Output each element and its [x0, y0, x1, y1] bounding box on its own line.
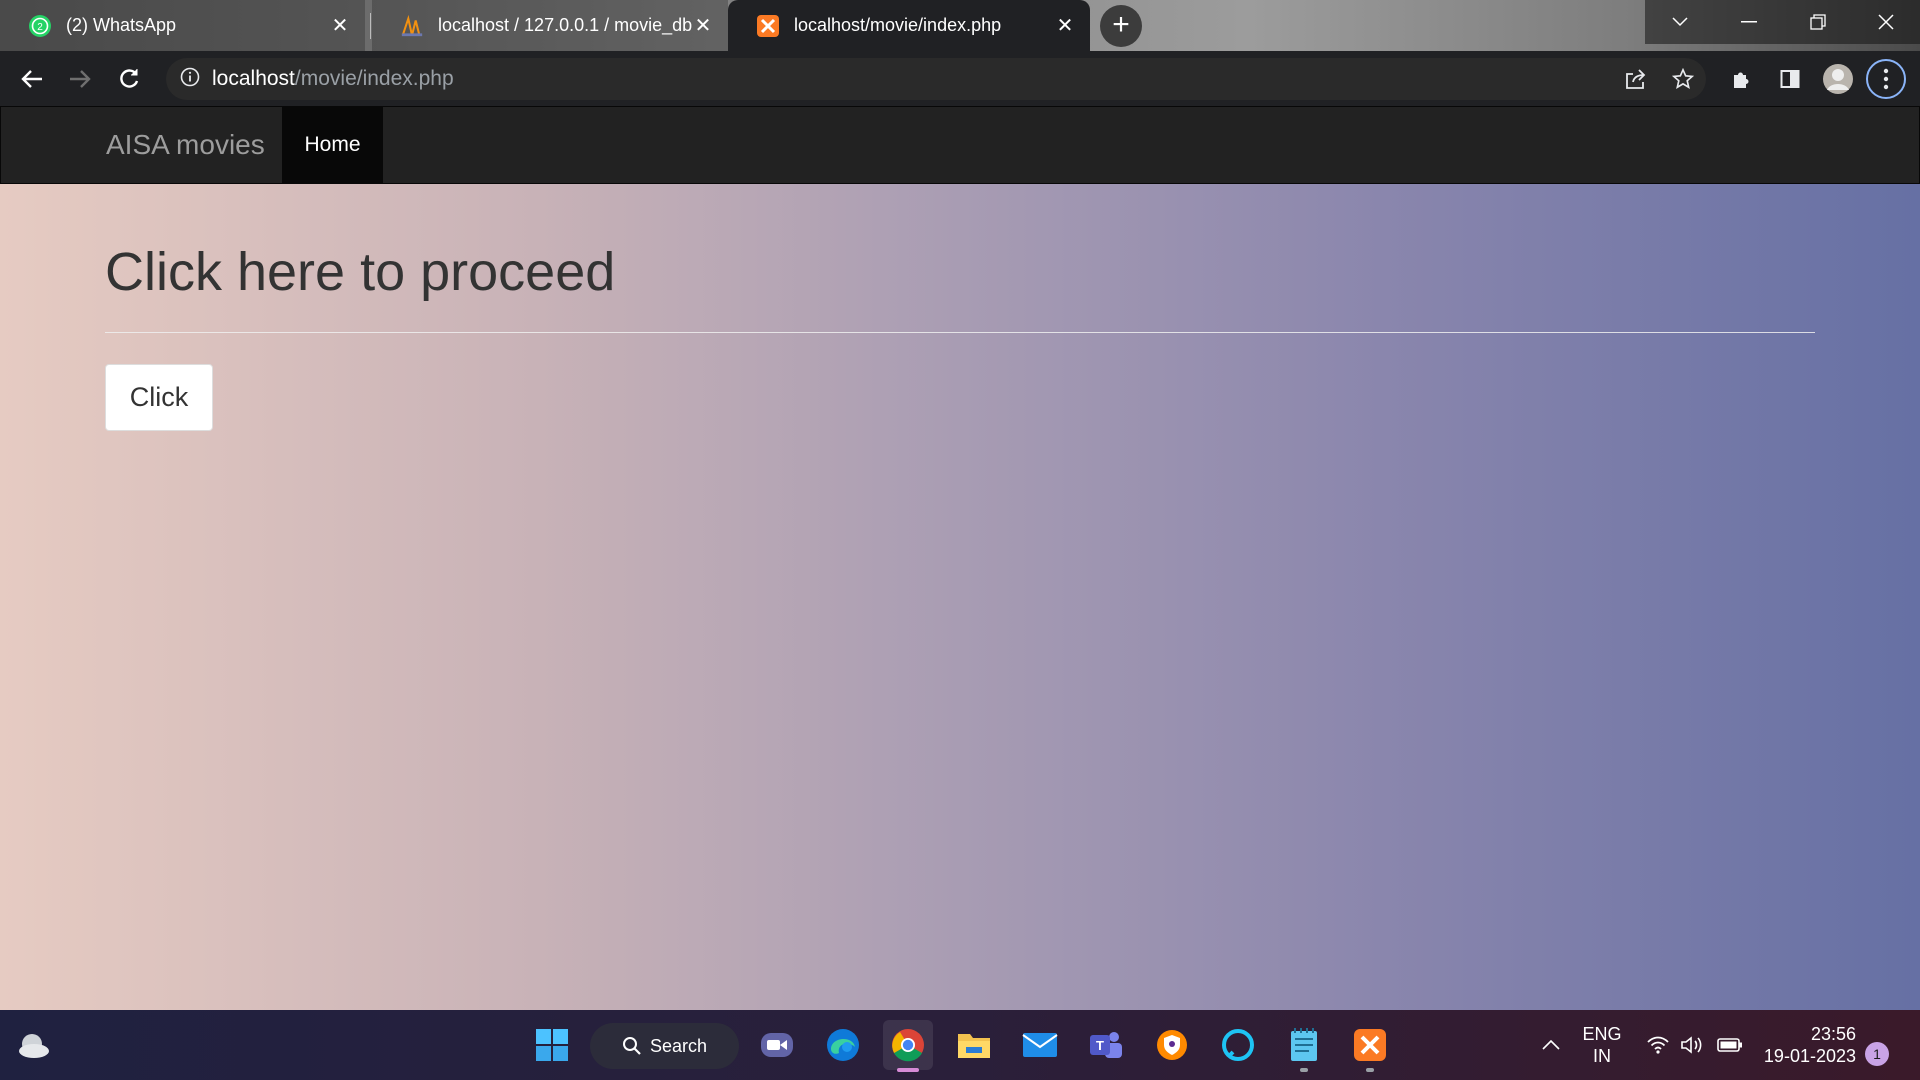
- notepad-icon[interactable]: [1279, 1020, 1329, 1072]
- language-bottom: IN: [1593, 1046, 1611, 1066]
- forward-arrow-icon[interactable]: [60, 59, 100, 99]
- divider: [105, 332, 1815, 333]
- language-top: ENG: [1582, 1024, 1622, 1044]
- close-icon[interactable]: ✕: [1054, 15, 1076, 37]
- new-tab-button[interactable]: +: [1100, 5, 1142, 47]
- tab-title: (2) WhatsApp: [66, 15, 177, 35]
- close-window-icon[interactable]: [1852, 0, 1920, 44]
- tab-whatsapp[interactable]: 2 (2) WhatsApp ✕: [0, 0, 365, 51]
- running-indicator: [1300, 1068, 1308, 1072]
- url-text[interactable]: localhost/movie/index.php: [212, 67, 454, 91]
- share-icon[interactable]: [1615, 59, 1655, 99]
- start-windows-icon[interactable]: [527, 1020, 577, 1070]
- address-bar[interactable]: localhost/movie/index.php: [166, 58, 1706, 100]
- site-brand[interactable]: AISA movies: [106, 107, 265, 183]
- nav-home-link[interactable]: Home: [282, 107, 383, 183]
- teams-icon[interactable]: T: [1081, 1020, 1131, 1070]
- search-label: Search: [650, 1035, 708, 1056]
- tab-movie-index[interactable]: localhost/movie/index.php ✕: [728, 0, 1090, 51]
- battery-icon[interactable]: [1706, 1020, 1754, 1070]
- minimize-icon[interactable]: [1714, 0, 1783, 44]
- svg-text:T: T: [1096, 1038, 1104, 1053]
- svg-text:2: 2: [37, 22, 43, 33]
- chevron-up-icon[interactable]: [1526, 1020, 1576, 1070]
- xampp-taskbar-icon[interactable]: [1345, 1020, 1395, 1072]
- vpn-shield-icon[interactable]: [1147, 1020, 1197, 1070]
- extensions-puzzle-icon[interactable]: [1722, 59, 1762, 99]
- xampp-icon: [756, 14, 780, 38]
- taskbar: Search T ENG IN 23:56 19-01-2023 1: [0, 1010, 1920, 1080]
- profile-avatar[interactable]: [1818, 59, 1858, 99]
- back-arrow-icon[interactable]: [12, 59, 52, 99]
- clock[interactable]: 23:56 19-01-2023: [1760, 1023, 1856, 1067]
- file-explorer-icon[interactable]: [949, 1020, 999, 1070]
- close-icon[interactable]: ✕: [692, 15, 714, 37]
- notification-badge[interactable]: 1: [1865, 1042, 1889, 1066]
- site-info-icon[interactable]: [180, 67, 200, 92]
- clock-date: 19-01-2023: [1763, 1046, 1856, 1066]
- search-icon: [622, 1036, 642, 1056]
- teams-chat-icon[interactable]: [752, 1020, 802, 1070]
- tab-search-chevron-icon[interactable]: [1645, 0, 1714, 44]
- more-menu-icon[interactable]: [1866, 59, 1906, 99]
- url-host: localhost: [212, 67, 295, 90]
- page-content: Click here to proceed Click: [0, 184, 1920, 1010]
- whatsapp-icon: 2: [28, 14, 52, 38]
- browser-tabstrip: 2 (2) WhatsApp ✕ localhost / 127.0.0.1 /…: [0, 0, 1920, 51]
- close-icon[interactable]: ✕: [329, 15, 351, 37]
- tab-divider: [370, 13, 371, 39]
- browser-toolbar: localhost/movie/index.php: [0, 51, 1920, 106]
- clock-time: 23:56: [1810, 1024, 1856, 1044]
- running-indicator: [1366, 1068, 1374, 1072]
- reload-icon[interactable]: [109, 59, 149, 99]
- click-button[interactable]: Click: [105, 364, 213, 431]
- active-indicator: [897, 1068, 919, 1072]
- phpmyadmin-icon: [400, 14, 424, 38]
- tab-title: localhost / 127.0.0.1 / movie_db: [438, 15, 692, 35]
- taskbar-search[interactable]: Search: [590, 1023, 739, 1069]
- tab-title: localhost/movie/index.php: [794, 15, 1002, 35]
- url-path: /movie/index.php: [294, 67, 454, 90]
- restore-icon[interactable]: [1783, 0, 1852, 44]
- bookmark-star-icon[interactable]: [1663, 59, 1703, 99]
- chrome-icon[interactable]: [883, 1020, 933, 1072]
- side-panel-icon[interactable]: [1770, 59, 1810, 99]
- alexa-icon[interactable]: [1213, 1020, 1263, 1070]
- mail-icon[interactable]: [1015, 1020, 1065, 1070]
- page-heading: Click here to proceed: [105, 242, 616, 302]
- weather-icon[interactable]: [9, 1020, 59, 1070]
- edge-icon[interactable]: [818, 1020, 868, 1070]
- site-navbar: AISA movies Home: [0, 106, 1920, 184]
- language-indicator[interactable]: ENG IN: [1576, 1023, 1628, 1067]
- tab-phpmyadmin[interactable]: localhost / 127.0.0.1 / movie_db ✕: [372, 0, 728, 51]
